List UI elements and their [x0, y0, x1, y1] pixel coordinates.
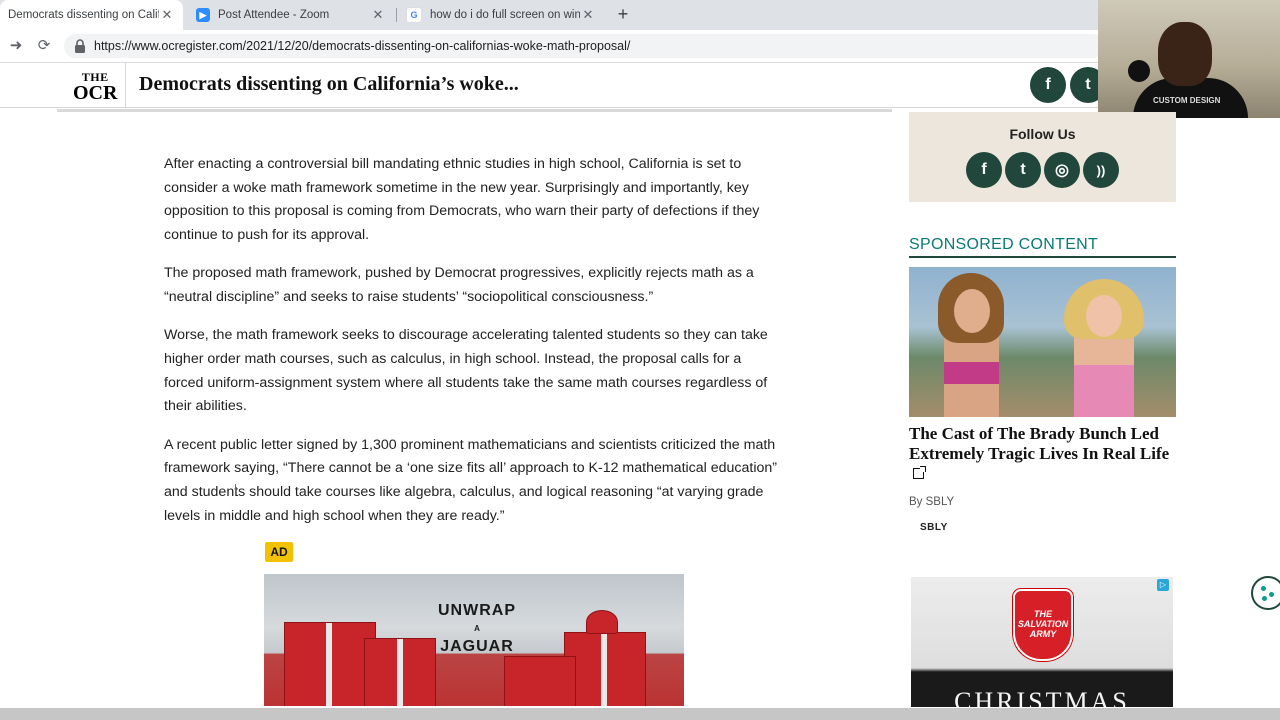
close-tab-icon[interactable]: ✕ [370, 7, 386, 23]
tab-title: Democrats dissenting on Califor [8, 9, 159, 21]
sponsored-content-heading: SPONSORED CONTENT [909, 236, 1099, 253]
close-tab-icon[interactable]: ✕ [580, 7, 596, 23]
sponsored-title-text: The Cast of The Brady Bunch Led Extremel… [909, 424, 1170, 463]
cookie-settings-icon[interactable] [1251, 576, 1280, 610]
article-paragraph: The proposed math framework, pushed by D… [164, 265, 754, 306]
article-headline: Democrats dissenting on California’s wok… [139, 73, 519, 95]
google-icon: G [406, 7, 422, 23]
tab-zoom[interactable]: ▶ Post Attendee - Zoom ✕ [188, 0, 394, 30]
article-paragraph: Worse, the math framework seeks to disco… [164, 327, 768, 415]
person-head [1158, 22, 1212, 86]
new-tab-button[interactable]: + [612, 3, 634, 25]
ad-christmas-text: CHRISTMAS [954, 687, 1130, 707]
facebook-icon[interactable]: f [966, 152, 1002, 188]
ad-headline: UNWRAP A JAGUAR [422, 602, 532, 656]
salvation-army-ad[interactable]: ▷ THE SALVATION ARMY CHRISTMAS [911, 577, 1173, 707]
forward-arrow-icon[interactable]: ➜ [6, 36, 26, 56]
girl-figure [938, 273, 1004, 417]
salvation-army-shield: THE SALVATION ARMY [1013, 589, 1073, 661]
tab-title: Post Attendee - Zoom [218, 9, 330, 21]
adchoices-icon[interactable]: ▷ [1157, 579, 1169, 591]
shirt-text: CUSTOM DESIGN [1153, 96, 1221, 105]
logo-line-2: OCR [73, 82, 118, 104]
close-tab-icon[interactable]: ✕ [159, 7, 175, 23]
gift-bow [586, 610, 618, 634]
browser-toolbar: ➜ ⟳ https://www.ocregister.com/2021/12/2… [0, 30, 1280, 63]
gift-box [284, 622, 376, 706]
gift-box [504, 656, 576, 706]
ad-line-3: JAGUAR [440, 638, 514, 655]
article-paragraph: After enacting a controversial bill mand… [164, 156, 760, 244]
sponsored-rule [909, 256, 1176, 258]
article-body: After enacting a controversial bill mand… [164, 153, 784, 543]
lock-icon [74, 39, 86, 53]
horizontal-scrollbar[interactable] [0, 708, 1280, 720]
ad-line-2: A [474, 624, 480, 633]
browser-tab-bar: Democrats dissenting on Califor ✕ ▶ Post… [0, 0, 1280, 30]
tab-democrats-dissenting[interactable]: Democrats dissenting on Califor ✕ [0, 0, 183, 30]
address-bar[interactable]: https://www.ocregister.com/2021/12/20/de… [64, 34, 1104, 58]
url-text: https://www.ocregister.com/2021/12/20/de… [94, 39, 631, 53]
gift-box [564, 632, 646, 706]
facebook-icon[interactable]: f [1030, 67, 1066, 103]
sponsor-byline: By SBLY [909, 496, 955, 508]
shield-text: THE SALVATION ARMY [1017, 609, 1069, 639]
rss-icon[interactable]: )) [1083, 152, 1119, 188]
content-top-rule [57, 109, 892, 112]
sponsored-article-link[interactable]: The Cast of The Brady Bunch Led Extremel… [909, 424, 1176, 483]
zoom-icon: ▶ [196, 8, 210, 22]
gift-box [364, 638, 436, 706]
reload-icon[interactable]: ⟳ [34, 36, 54, 56]
ad-line-1: UNWRAP [438, 602, 516, 619]
instagram-icon[interactable]: ◎ [1044, 152, 1080, 188]
external-link-icon [913, 466, 926, 479]
tab-separator [396, 8, 397, 22]
tab-title: how do i do full screen on windo [430, 9, 580, 21]
text-cursor [235, 484, 240, 496]
sponsored-image[interactable] [909, 267, 1176, 417]
article-paragraph: A recent public letter signed by 1,300 p… [164, 436, 777, 524]
girl-figure [1064, 279, 1144, 417]
ocr-logo[interactable]: THE OCR [73, 71, 118, 104]
twitter-icon[interactable]: t [1005, 152, 1041, 188]
header-divider [125, 63, 126, 107]
follow-us-box: Follow Us f t ◎ )) [909, 112, 1176, 202]
ad-badge: AD [265, 542, 293, 562]
webcam-video-overlay: CUSTOM DESIGN [1098, 0, 1280, 118]
follow-us-title: Follow Us [1009, 126, 1076, 142]
tab-google-search[interactable]: G how do i do full screen on windo ✕ [398, 0, 604, 30]
site-header: THE OCR Democrats dissenting on Californ… [0, 63, 1280, 108]
jaguar-ad[interactable]: UNWRAP A JAGUAR [264, 574, 684, 706]
sbly-logo[interactable]: SBLY [920, 522, 948, 533]
plush-toy [1128, 60, 1150, 82]
